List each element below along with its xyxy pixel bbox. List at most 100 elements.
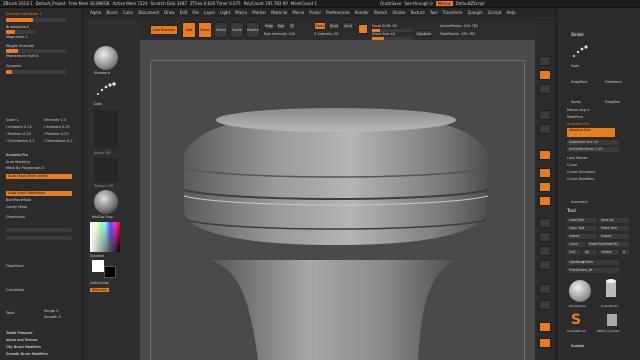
xpose-button[interactable] (539, 338, 551, 348)
menus-button[interactable]: Menus (435, 1, 453, 6)
move-view-button[interactable] (539, 232, 551, 242)
copy-tool-button[interactable]: Copy Tool (567, 226, 597, 231)
edit-button[interactable]: Edit (182, 22, 196, 38)
subdivide-size-slider[interactable]: SubDivide Size 10 (567, 140, 619, 145)
visible-button[interactable]: Visible (599, 250, 619, 255)
wiggle-strength[interactable]: Wiggle Strength (6, 44, 34, 48)
r-button[interactable]: R (621, 250, 629, 255)
freehand-label[interactable]: FreeHand (605, 80, 622, 84)
draw-size[interactable]: Draw Size 44 (372, 32, 395, 36)
all-button[interactable]: All (583, 250, 597, 255)
scale-label[interactable]: Scale 1 (6, 118, 19, 122)
alpha-thumbnail[interactable] (94, 110, 118, 148)
menu-draw[interactable]: Draw (164, 10, 174, 15)
live-boolean-button[interactable]: Live Boolean (150, 25, 178, 35)
sculptris-pro[interactable]: Sculptris Pro (6, 153, 28, 157)
curve-label[interactable]: Curve (567, 163, 577, 167)
menu-movie[interactable]: Movie (292, 10, 304, 15)
local-button[interactable] (539, 182, 551, 192)
curve-modifiers[interactable]: Curve Modifiers (567, 177, 594, 181)
momentum-hold[interactable]: Momentum Hold 8 (6, 54, 38, 58)
z-intensity[interactable]: Z Intensity 25 (314, 32, 338, 36)
draw-button[interactable]: Draw (198, 22, 212, 38)
pm3d-cylinder-thumbnail[interactable] (603, 312, 621, 328)
alternate-button[interactable]: Alternate (90, 288, 109, 292)
rotate-button[interactable]: Rotate (246, 22, 260, 38)
undivide-factor-slider[interactable]: UnDivide Factor 1.25 (567, 147, 619, 152)
paste-tool-button[interactable]: Paste Tool (599, 226, 629, 231)
inventory-label[interactable]: Inventory (571, 200, 588, 204)
rgb-intensity[interactable]: Rgb Intensity 100 (264, 32, 295, 36)
spray-label[interactable]: Spray (571, 100, 581, 104)
tool-title[interactable]: Tool (567, 209, 576, 214)
bpr-button[interactable] (539, 56, 551, 66)
menu-stroke[interactable]: Stroke (392, 10, 405, 15)
strength-slider[interactable] (6, 18, 66, 22)
zsub-button[interactable]: Zsub (328, 22, 340, 30)
orientation-right[interactable]: I Orientation 0.2 (44, 139, 73, 143)
menu-alpha[interactable]: Alpha (90, 10, 101, 15)
intensity-label[interactable]: Intensity 0.4 (44, 118, 66, 122)
brushalpha-row[interactable]: Brushalpha 0 (6, 25, 29, 29)
magnitude-row[interactable]: Magnitude 1 (6, 35, 28, 39)
spix-button[interactable] (539, 70, 551, 80)
smooth-brush-modifiers[interactable]: Smooth Brush Modifiers (6, 352, 48, 356)
material-thumbnail[interactable] (94, 190, 118, 214)
active-tool-slider[interactable]: PolySphere_48 (567, 268, 619, 273)
menu-material[interactable]: Material (271, 10, 287, 15)
dots-stroke-icon[interactable] (94, 78, 118, 100)
ambient-right[interactable]: I Ambient 0.25 (44, 125, 70, 129)
save-as-button[interactable]: Save As (599, 218, 629, 223)
menu-tool[interactable]: Tool (430, 10, 438, 15)
menu-light[interactable]: Light (220, 10, 230, 15)
dragrect-label[interactable]: DragRect (571, 80, 587, 84)
curve-functions[interactable]: Curve Functions (567, 170, 595, 174)
subtool-label[interactable]: Subtool (571, 344, 584, 348)
ambient-left[interactable]: I Ambient 0.25 (6, 125, 32, 129)
tablet-pressure[interactable]: Tablet Pressure (6, 331, 32, 335)
menu-macro[interactable]: Macro (235, 10, 247, 15)
menu-zplugin[interactable]: Zplugin (468, 10, 483, 15)
zoom3d-button[interactable] (539, 246, 551, 256)
menu-picker[interactable]: Picker (309, 10, 321, 15)
menu-zscript[interactable]: Zscript (488, 10, 502, 15)
simplebrush-icon[interactable]: S (571, 312, 589, 328)
menu-preferences[interactable]: Preferences (326, 10, 350, 15)
clone-button[interactable]: Clone (567, 242, 585, 247)
polyf-button[interactable] (539, 284, 551, 294)
smooth-label[interactable]: Smooth 5 (44, 315, 61, 319)
rotate-view-button[interactable] (539, 260, 551, 270)
zoom-button[interactable] (539, 110, 551, 120)
lazy-mouse[interactable]: Lazy Mouse (567, 156, 587, 160)
cavity-mask[interactable]: Cavity Mask (6, 205, 27, 209)
actual-button[interactable] (539, 124, 551, 134)
zadd-button[interactable]: Zadd (314, 22, 326, 30)
menu-stencil[interactable]: Stencil (374, 10, 388, 15)
stroke-title[interactable]: Stroke (571, 32, 584, 37)
position-left[interactable]: I Position 0.25 (6, 132, 31, 136)
menu-edit[interactable]: Edit (180, 10, 188, 15)
directional-slider-2[interactable] (6, 236, 72, 240)
export-button[interactable]: Export (599, 234, 629, 239)
position-right[interactable]: I Position 0.25 (44, 132, 69, 136)
directional-slider-1[interactable] (6, 228, 72, 232)
main-color-swatch[interactable] (92, 260, 104, 272)
secondary-color-swatch[interactable] (104, 266, 116, 278)
mrgb-button[interactable]: Mrgb (264, 22, 274, 30)
persp-button[interactable] (539, 150, 551, 160)
rgb-button[interactable]: Rgb (276, 22, 286, 30)
focal-shift[interactable]: Focal Shift -55 (372, 24, 397, 28)
menu-texture[interactable]: Texture (410, 10, 425, 15)
momentum-slider[interactable] (6, 49, 66, 53)
goz-button[interactable]: GoZ (567, 250, 581, 255)
auto-mask-fibermesh[interactable]: Auto Mask FiberMesh (6, 191, 72, 196)
see-through-slider[interactable]: See-through 0 (404, 1, 432, 6)
menu-document[interactable]: Document (138, 10, 159, 15)
dynamic-slider[interactable] (6, 70, 66, 74)
dynamic-button[interactable]: Dynamic (416, 30, 432, 37)
range-label[interactable]: Range 5 (44, 309, 58, 313)
import-button[interactable]: Import (567, 234, 597, 239)
orientation-left[interactable]: I Orientation 0.2 (6, 139, 35, 143)
zcut-button[interactable]: Zcut (342, 22, 354, 30)
dots-icon[interactable] (571, 42, 591, 62)
